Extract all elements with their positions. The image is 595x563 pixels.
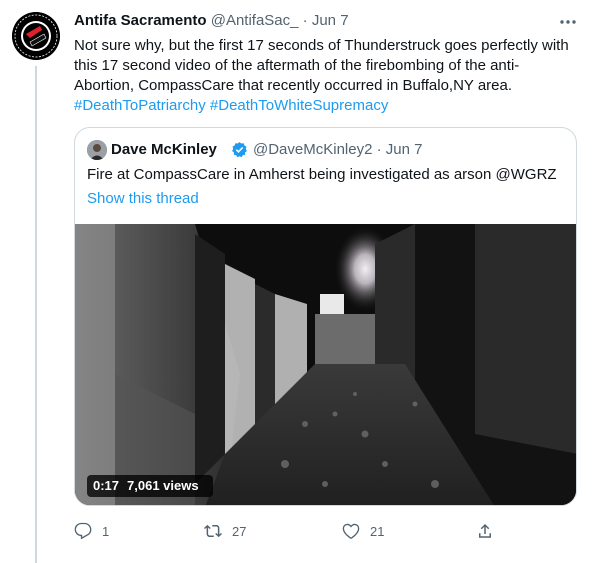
like-button[interactable]: 21 xyxy=(342,520,384,542)
quoted-author-handle: @DaveMcKinley2 xyxy=(253,141,373,158)
hashtag-link[interactable]: #DeathToPatriarchy xyxy=(74,97,206,114)
retweet-count: 27 xyxy=(232,523,247,539)
ellipsis-icon[interactable] xyxy=(559,13,577,25)
author-name[interactable]: Antifa Sacramento xyxy=(74,12,207,29)
tweet-header: Antifa Sacramento @AntifaSac_ · Jun 7 xyxy=(74,12,585,34)
quoted-tweet-text: Fire at CompassCare in Amherst being inv… xyxy=(87,166,557,183)
hashtags: #DeathToPatriarchy #DeathToWhiteSupremac… xyxy=(74,96,579,116)
hashtag-link[interactable]: #DeathToWhiteSupremacy xyxy=(210,97,388,114)
tweet-text-line: Not sure why, but the first 17 seconds o… xyxy=(74,37,569,54)
tweet-text-line: Abortion, CompassCare that recently occu… xyxy=(74,77,513,94)
heart-icon xyxy=(342,523,360,539)
share-button[interactable] xyxy=(476,520,504,542)
share-icon xyxy=(479,523,491,538)
author-handle[interactable]: @AntifaSac_ xyxy=(211,12,299,29)
retweet-button[interactable]: 27 xyxy=(204,520,246,542)
thread-line xyxy=(35,66,37,563)
quoted-tweet[interactable]: Dave McKinley @DaveMcKinley2 · Jun 7 Fir… xyxy=(74,127,577,506)
quoted-author-meta: @DaveMcKinley2 · Jun 7 xyxy=(253,141,422,158)
verified-badge-icon xyxy=(231,141,248,158)
quoted-author-avatar xyxy=(87,140,107,160)
like-count: 21 xyxy=(370,523,385,539)
quoted-tweet-date: Jun 7 xyxy=(385,141,423,158)
header-separator: · xyxy=(302,12,308,29)
reply-icon xyxy=(74,522,92,540)
tweet-text: Not sure why, but the first 17 seconds o… xyxy=(74,36,579,116)
video-duration: 0:17 xyxy=(93,478,120,493)
reply-count: 1 xyxy=(102,523,110,539)
tweet-date[interactable]: Jun 7 xyxy=(312,12,349,29)
quoted-header-separator: · xyxy=(376,141,382,158)
video-views: 7,061 views xyxy=(127,478,199,493)
tweet-text-line: this 17 second video of the aftermath of… xyxy=(74,57,520,74)
show-thread-link[interactable]: Show this thread xyxy=(87,190,199,207)
reply-button[interactable]: 1 xyxy=(74,520,109,542)
retweet-icon xyxy=(204,524,222,538)
video-thumbnail xyxy=(75,224,576,505)
video-player[interactable]: 0:17 7,061 views xyxy=(75,224,576,505)
video-info-badge: 0:17 7,061 views xyxy=(87,475,213,497)
antifa-logo xyxy=(12,12,60,60)
tweet-actions: 1 27 21 xyxy=(74,520,494,544)
author-avatar[interactable] xyxy=(12,12,60,60)
quoted-author-name: Dave McKinley xyxy=(111,141,217,158)
